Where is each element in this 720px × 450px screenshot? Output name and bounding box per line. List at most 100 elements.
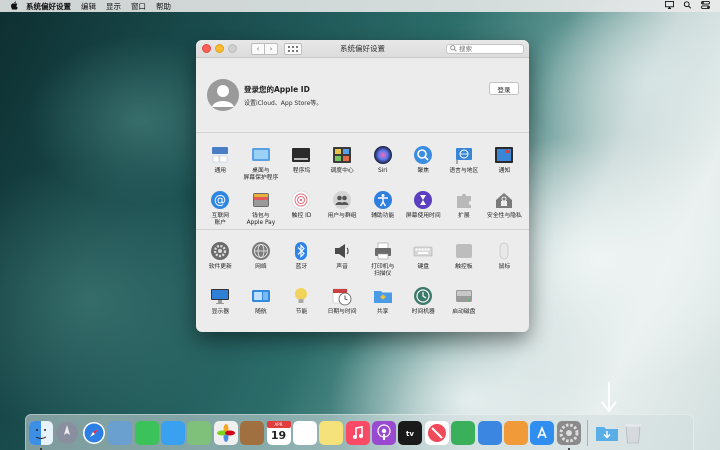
zoom-button[interactable]: [228, 44, 237, 53]
pref-keyboard[interactable]: 键盘: [403, 236, 444, 278]
dock: 19 APR tv: [25, 414, 694, 450]
pref-touch-id[interactable]: 触控 ID: [281, 185, 322, 227]
pref-label: 软件更新: [208, 264, 232, 270]
pref-mouse[interactable]: 鼠标: [484, 236, 525, 278]
dock-launchpad[interactable]: [55, 421, 79, 445]
search-icon: [450, 45, 457, 52]
dock-news[interactable]: [424, 420, 449, 445]
dock-downloads-folder[interactable]: [595, 421, 619, 445]
dock-maps[interactable]: [187, 420, 212, 445]
dock-safari[interactable]: [82, 421, 106, 445]
pref-general[interactable]: 通用: [200, 140, 241, 182]
pref-sharing[interactable]: 共享: [362, 281, 403, 323]
pref-security-privacy[interactable]: 安全性与隐私: [484, 185, 525, 227]
pref-label: 辅助功能: [371, 213, 395, 219]
pref-time-machine[interactable]: 时间机器: [403, 281, 444, 323]
pref-screen-time[interactable]: 屏幕使用时间: [403, 185, 444, 227]
dock-notebook[interactable]: [240, 420, 265, 445]
pref-wallet-applepay[interactable]: 钱包与 Apple Pay: [241, 185, 282, 227]
apple-id-panel: 登录您的Apple ID 设置iCloud、App Store等。 登录: [196, 58, 529, 133]
forward-button[interactable]: ›: [265, 42, 278, 55]
pref-label: 鼠标: [498, 264, 511, 270]
pref-users-groups[interactable]: 用户与群组: [322, 185, 363, 227]
disk-icon: [454, 286, 474, 306]
pref-label: 触控 ID: [291, 213, 312, 219]
search-input[interactable]: [457, 44, 519, 53]
apple-menu-icon[interactable]: [10, 0, 18, 12]
pref-desktop-screensaver[interactable]: 桌面与 屏幕保护程序: [241, 140, 282, 182]
pref-sidecar[interactable]: 随航: [241, 281, 282, 323]
pref-mission-control[interactable]: 调度中心: [322, 140, 363, 182]
search-menu-icon[interactable]: [683, 1, 692, 11]
dock-finder[interactable]: [29, 420, 53, 450]
pref-displays[interactable]: 显示器: [200, 281, 241, 323]
dock-app-store[interactable]: [530, 420, 555, 445]
dock-preview[interactable]: [108, 420, 133, 445]
pref-label: 安全性与隐私: [487, 213, 522, 219]
pref-startup-disk[interactable]: 启动磁盘: [444, 281, 485, 323]
pref-internet-accounts[interactable]: @ 互联网 账户: [200, 185, 241, 227]
pref-spotlight[interactable]: 聚焦: [403, 140, 444, 182]
close-button[interactable]: [202, 44, 211, 53]
dock-notes[interactable]: [319, 420, 344, 445]
dock-trash[interactable]: [621, 421, 645, 445]
avatar[interactable]: [207, 79, 239, 111]
pref-bluetooth[interactable]: 蓝牙: [281, 236, 322, 278]
back-button[interactable]: ‹: [251, 42, 265, 55]
pref-notifications[interactable]: 通知: [484, 140, 525, 182]
control-center-icon[interactable]: [701, 1, 710, 11]
pref-label: 显示器: [211, 309, 229, 315]
show-all-button[interactable]: [284, 42, 302, 55]
clock-calendar-icon: [332, 286, 352, 306]
pref-extensions[interactable]: 扩展: [444, 185, 485, 227]
pref-accessibility[interactable]: 辅助功能: [362, 185, 403, 227]
pref-energy-saver[interactable]: 节能: [281, 281, 322, 323]
menu-edit[interactable]: 编辑: [81, 1, 96, 12]
dock-apple-tv[interactable]: tv: [398, 420, 423, 445]
dock-separator: [587, 419, 589, 446]
hourglass-icon: [413, 190, 433, 210]
pref-dock[interactable]: 程序坞: [281, 140, 322, 182]
pref-label: 启动磁盘: [452, 309, 476, 315]
pref-sound[interactable]: 声音: [322, 236, 363, 278]
pref-language-region[interactable]: 语言与地区: [444, 140, 485, 182]
flag-icon: [454, 145, 474, 165]
time-machine-icon: [413, 286, 433, 306]
pref-label: 随航: [255, 309, 267, 315]
running-indicator: [40, 447, 42, 450]
pref-label: 扩展: [458, 213, 470, 219]
dock-messages[interactable]: [160, 420, 185, 445]
pref-date-time[interactable]: 日期与时间: [322, 281, 363, 323]
dock-keynote[interactable]: [477, 420, 502, 445]
pref-software-update[interactable]: 软件更新: [200, 236, 241, 278]
dock-facetime[interactable]: [134, 420, 159, 445]
dock-photos[interactable]: [213, 420, 238, 445]
dock-numbers[interactable]: [451, 420, 476, 445]
pref-trackpad[interactable]: 触控板: [444, 236, 485, 278]
pref-printers-scanners[interactable]: 打印机与 扫描仪: [362, 236, 403, 278]
pref-network[interactable]: 网络: [241, 236, 282, 278]
airplay-icon[interactable]: [665, 1, 674, 11]
trackpad-icon: [454, 241, 474, 261]
dock-podcasts[interactable]: [372, 420, 397, 445]
dock-reminders[interactable]: [292, 420, 317, 445]
search-field[interactable]: [446, 43, 524, 54]
gear-icon: [210, 241, 230, 261]
pref-label: 共享: [376, 309, 389, 315]
bluetooth-icon: [291, 241, 311, 261]
spotlight-icon: [413, 145, 433, 165]
display-icon: [210, 286, 230, 306]
login-button[interactable]: 登录: [489, 82, 519, 95]
dock-calendar[interactable]: 19 APR: [266, 420, 291, 445]
pref-siri[interactable]: Siri: [362, 140, 403, 182]
menu-window[interactable]: 窗口: [131, 1, 146, 12]
dock-pages[interactable]: [504, 420, 529, 445]
dock-music[interactable]: [345, 420, 370, 445]
dock-system-preferences[interactable]: [556, 420, 581, 450]
pref-label: 屏幕使用时间: [405, 213, 441, 219]
pref-label: 蓝牙: [295, 264, 308, 270]
menu-view[interactable]: 显示: [106, 1, 121, 12]
menu-app-name[interactable]: 系统偏好设置: [26, 1, 71, 12]
minimize-button[interactable]: [215, 44, 224, 53]
menu-help[interactable]: 帮助: [156, 1, 171, 12]
